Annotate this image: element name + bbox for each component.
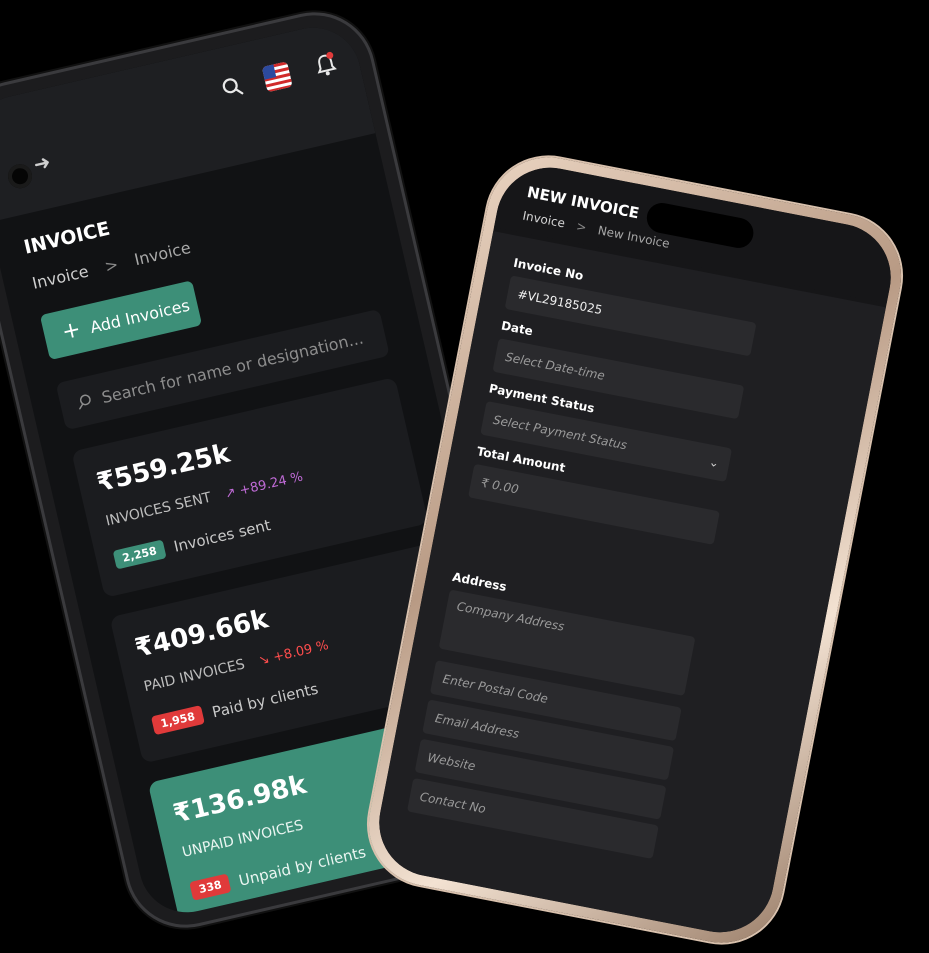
breadcrumb-current: Invoice [132,237,193,270]
add-invoices-label: Add Invoices [88,295,192,337]
menu-toggle-icon[interactable]: ➜ [31,149,53,176]
payment-status-select[interactable]: Select Payment Status ⌄ [480,400,733,483]
notification-bell-icon[interactable] [312,50,339,78]
new-invoice-phone: NEW INVOICE Invoice > New Invoice Invoic… [358,146,912,953]
breadcrumb-root[interactable]: Invoice [30,262,90,293]
stat-label-text: PAID INVOICES [142,656,247,696]
invoice-form: Invoice No #VL29185025 Date Select Date-… [369,231,886,942]
stat-label-text: INVOICES SENT [104,489,213,530]
stat-footer-text: Invoices sent [172,515,273,556]
count-badge: 338 [189,873,232,901]
front-camera [5,161,35,191]
breadcrumb-separator: > [102,254,121,277]
total-amount-field[interactable]: ₹ 0.00 [468,463,720,545]
count-badge: 2,258 [112,539,167,570]
plus-icon: + [59,316,84,346]
payment-status-placeholder: Select Payment Status [491,412,629,453]
stat-change: ↘ +8.09 % [257,638,331,669]
stat-footer: 2,258 Invoices sent [112,515,273,570]
invoice-no-field[interactable]: #VL29185025 [504,275,757,357]
new-invoice-screen: NEW INVOICE Invoice > New Invoice Invoic… [369,158,901,942]
add-invoices-button[interactable]: + Add Invoices [39,280,203,361]
us-flag-icon[interactable] [261,61,293,93]
search-icon[interactable] [219,74,245,100]
search-field-icon [79,394,91,410]
stat-change: ↗ +89.24 % [223,469,305,503]
breadcrumb-root[interactable]: Invoice [521,209,566,231]
stat-footer-text: Paid by clients [210,679,320,721]
date-field[interactable]: Select Date-time [492,338,745,420]
chevron-down-icon: ⌄ [707,454,721,471]
date-label: Date [500,318,535,339]
page-title: INVOICE [21,217,113,259]
count-badge: 1,958 [150,705,205,736]
breadcrumb-separator: > [575,219,588,235]
